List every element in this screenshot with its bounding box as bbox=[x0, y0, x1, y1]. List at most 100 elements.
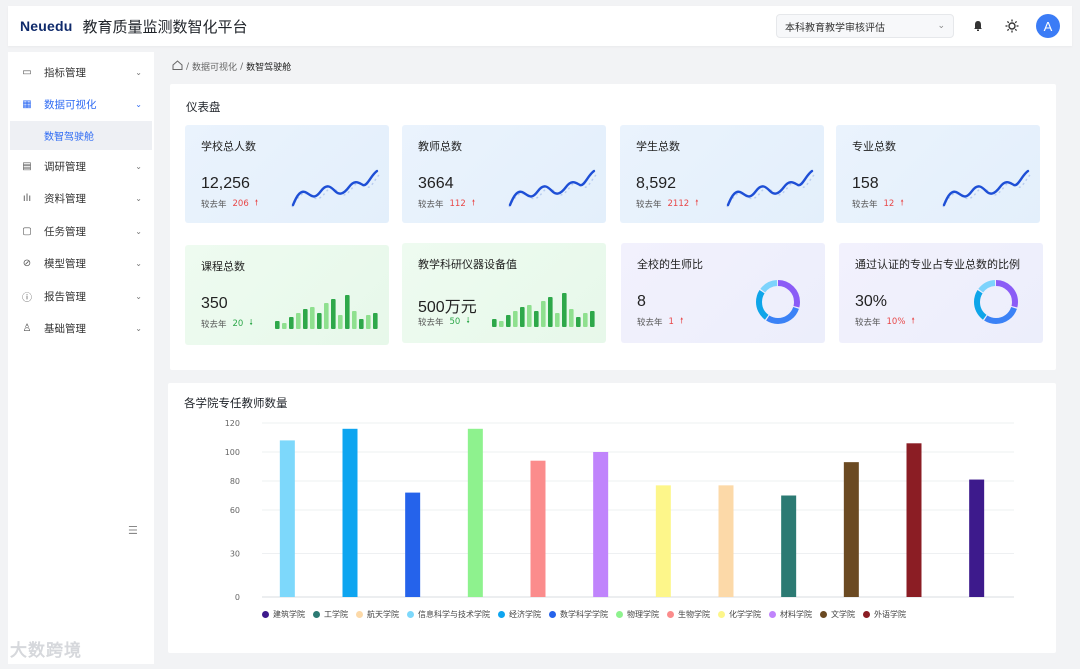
legend-label: 信息科学与技术学院 bbox=[418, 610, 490, 619]
stat-card[interactable]: 学校总人数 12,256 较去年 206 🠕 bbox=[185, 125, 389, 223]
sidebar-item-5[interactable]: ⊘ 模型管理 ⌄ bbox=[8, 248, 154, 281]
sidebar-item-2[interactable]: ▤ 调研管理 ⌄ bbox=[8, 150, 154, 183]
bar-生物学院[interactable] bbox=[718, 485, 734, 597]
compare-delta: 206 bbox=[232, 199, 249, 209]
sidebar-item-label: 调研管理 bbox=[44, 160, 86, 173]
check-circle-icon: ⊘ bbox=[22, 258, 32, 270]
bar-物理学院[interactable] bbox=[655, 485, 671, 597]
bar-外语学院[interactable] bbox=[969, 479, 985, 597]
legend-item[interactable]: 生物学院 bbox=[667, 609, 710, 620]
sparkline-line bbox=[942, 169, 1030, 207]
bar-文学院[interactable] bbox=[906, 443, 922, 597]
stat-card[interactable]: 通过认证的专业占专业总数的比例 30% 较去年 10% 🠕 bbox=[839, 243, 1043, 343]
legend-item[interactable]: 经济学院 bbox=[498, 609, 541, 620]
legend-item[interactable]: 工学院 bbox=[313, 609, 348, 620]
bar-工学院[interactable] bbox=[342, 428, 358, 597]
grid-icon: ▦ bbox=[22, 99, 32, 111]
legend-dot bbox=[769, 611, 776, 618]
sidebar-item-label: 报告管理 bbox=[44, 290, 86, 303]
stat-card[interactable]: 教学科研仪器设备值 500万元 较去年 50 🠗 bbox=[402, 243, 606, 343]
legend-dot bbox=[718, 611, 725, 618]
stat-card[interactable]: 专业总数 158 较去年 12 🠕 bbox=[836, 125, 1040, 223]
legend-label: 材料学院 bbox=[780, 610, 812, 619]
legend-item[interactable]: 材料学院 bbox=[769, 609, 812, 620]
mini-bar bbox=[338, 315, 343, 329]
bar-信息科学与技术学院[interactable] bbox=[467, 428, 483, 597]
legend-dot bbox=[356, 611, 363, 618]
legend-item[interactable]: 物理学院 bbox=[616, 609, 659, 620]
stat-card[interactable]: 教师总数 3664 较去年 112 🠕 bbox=[402, 125, 606, 223]
compare-label: 较去年 bbox=[636, 200, 662, 210]
monitor-icon: ▭ bbox=[22, 66, 32, 78]
mini-bar bbox=[310, 307, 315, 329]
sidebar-item-0[interactable]: ▭ 指标管理 ⌄ bbox=[8, 56, 154, 89]
legend-dot bbox=[549, 611, 556, 618]
bar-化学学院[interactable] bbox=[781, 495, 797, 598]
bar-数学科学学院[interactable] bbox=[593, 452, 609, 597]
legend-item[interactable]: 信息科学与技术学院 bbox=[407, 609, 490, 620]
avatar[interactable]: A bbox=[1036, 14, 1060, 38]
bar-经济学院[interactable] bbox=[530, 460, 546, 597]
bar-航天学院[interactable] bbox=[405, 492, 421, 597]
submenu-item-cockpit[interactable]: 数智驾驶舱 bbox=[10, 121, 152, 150]
legend-item[interactable]: 数学科学学院 bbox=[549, 609, 608, 620]
stat-card-compare: 较去年 50 🠗 bbox=[418, 315, 470, 329]
breadcrumb-sep: / bbox=[186, 61, 190, 72]
legend-item[interactable]: 外语学院 bbox=[863, 609, 906, 620]
legend-item[interactable]: 建筑学院 bbox=[262, 609, 305, 620]
legend-dot bbox=[616, 611, 623, 618]
legend-label: 生物学院 bbox=[678, 610, 710, 619]
arrow-down-icon: 🠗 bbox=[466, 316, 470, 325]
sidebar-item-6[interactable]: ⓘ 报告管理 ⌄ bbox=[8, 280, 154, 313]
sidebar-item-4[interactable]: ▢ 任务管理 ⌄ bbox=[8, 215, 154, 248]
legend-item[interactable]: 航天学院 bbox=[356, 609, 399, 620]
home-icon[interactable] bbox=[172, 60, 183, 73]
sun-icon[interactable] bbox=[1002, 16, 1022, 36]
stat-card-compare: 较去年 1 🠕 bbox=[637, 315, 683, 329]
legend-item[interactable]: 化学学院 bbox=[718, 609, 761, 620]
sidebar-item-label: 数据可视化 bbox=[44, 99, 97, 112]
breadcrumb-item[interactable]: 数据可视化 bbox=[192, 60, 237, 73]
collapse-menu-icon[interactable]: ☰ bbox=[128, 524, 138, 537]
bar-材料学院[interactable] bbox=[843, 462, 859, 597]
sidebar-item-1[interactable]: ▦ 数据可视化 ⌄ bbox=[8, 89, 154, 122]
mini-bar bbox=[331, 299, 336, 329]
mini-bar bbox=[303, 309, 308, 329]
mini-bar bbox=[499, 321, 504, 327]
legend-dot bbox=[262, 611, 269, 618]
dashboard-title: 仪表盘 bbox=[186, 100, 221, 114]
sparkline-line bbox=[508, 169, 596, 207]
evaluation-select[interactable]: 本科教育教学审核评估 ⌄ bbox=[776, 14, 954, 38]
sidebar-item-3[interactable]: ılı 资料管理 ⌄ bbox=[8, 183, 154, 216]
sidebar-item-label: 资料管理 bbox=[44, 193, 86, 206]
chevron-down-icon: ⌄ bbox=[135, 324, 142, 334]
dashboard-panel: 仪表盘 学校总人数 12,256 较去年 206 🠕 教师总数 3664 较去年 112 🠕 学生总… bbox=[170, 84, 1056, 370]
stat-card[interactable]: 学生总数 8,592 较去年 2112 🠕 bbox=[620, 125, 824, 223]
mini-bar bbox=[373, 313, 378, 329]
bar-建筑学院[interactable] bbox=[279, 440, 295, 597]
arrow-up-icon: 🠕 bbox=[900, 198, 904, 207]
legend-dot bbox=[667, 611, 674, 618]
document-icon: ▢ bbox=[22, 225, 32, 237]
stat-card-value: 8,592 bbox=[636, 175, 677, 192]
mini-bar bbox=[324, 303, 329, 329]
legend-label: 数学科学学院 bbox=[560, 610, 608, 619]
mini-bar bbox=[541, 301, 546, 327]
legend-dot bbox=[407, 611, 414, 618]
stat-card[interactable]: 课程总数 350 较去年 20 🠗 bbox=[185, 245, 389, 345]
stat-card-title: 学校总人数 bbox=[201, 140, 256, 153]
y-tick-label: 0 bbox=[235, 593, 240, 602]
bell-icon[interactable] bbox=[968, 16, 988, 36]
brand-logo[interactable]: Neuedu bbox=[20, 18, 73, 34]
stat-card-title: 全校的生师比 bbox=[637, 258, 703, 271]
mini-bar bbox=[583, 313, 588, 327]
sidebar-item-label: 模型管理 bbox=[44, 258, 86, 271]
sidebar-item-7[interactable]: ♙ 基础管理 ⌄ bbox=[8, 313, 154, 346]
evaluation-select-value: 本科教育教学审核评估 bbox=[785, 22, 885, 34]
arrow-up-icon: 🠕 bbox=[695, 198, 699, 207]
legend-item[interactable]: 文学院 bbox=[820, 609, 855, 620]
mini-bar bbox=[289, 317, 294, 329]
compare-delta: 10% bbox=[886, 317, 906, 327]
legend-dot bbox=[820, 611, 827, 618]
stat-card[interactable]: 全校的生师比 8 较去年 1 🠕 bbox=[621, 243, 825, 343]
